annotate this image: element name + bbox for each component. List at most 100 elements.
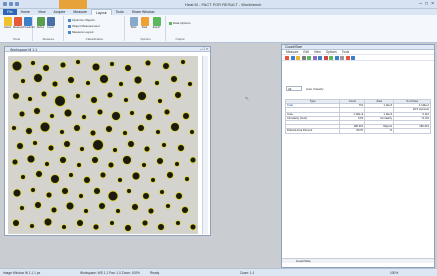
table-icon[interactable] — [318, 56, 322, 60]
image-window[interactable]: Workspace M 1.1 – □ × — [4, 46, 211, 236]
measure-button[interactable]: Measure — [13, 17, 23, 29]
classify-icon[interactable] — [312, 56, 317, 60]
export-icon[interactable] — [329, 56, 333, 60]
particle — [130, 111, 134, 115]
particle — [34, 74, 42, 82]
particle — [52, 81, 58, 87]
table-cell: 89.97 — [339, 128, 366, 134]
count-icon[interactable] — [285, 56, 289, 60]
info-icon[interactable] — [351, 56, 355, 60]
threshold-button[interactable]: Threshold — [23, 17, 35, 29]
particle — [68, 77, 74, 83]
panel-menu-options[interactable]: Options — [326, 50, 337, 54]
measure-dropdown[interactable]: All — [286, 86, 302, 91]
group-label: Options — [140, 37, 151, 41]
particle — [110, 62, 114, 66]
particle — [158, 99, 162, 103]
particle — [171, 76, 177, 82]
filter-icon[interactable] — [307, 56, 311, 60]
maximize-button[interactable]: □ — [425, 1, 428, 7]
particle — [74, 125, 80, 131]
select-icon[interactable] — [296, 56, 300, 60]
particle — [158, 224, 164, 230]
quick-access-toolbar[interactable] — [3, 2, 19, 6]
particle — [36, 171, 42, 177]
panel-menu-edit[interactable]: Edit — [303, 50, 309, 54]
particle — [41, 91, 47, 97]
particle — [60, 130, 64, 134]
particle — [48, 145, 54, 151]
delete-icon[interactable] — [323, 56, 328, 60]
particle — [108, 191, 118, 201]
particle — [13, 93, 19, 99]
particle — [64, 109, 72, 117]
particle — [45, 162, 49, 166]
status-left: Image Window W 1.1 1 px — [3, 270, 41, 275]
particle — [143, 193, 149, 199]
refine-icon — [36, 17, 45, 26]
chart-icon[interactable] — [334, 56, 339, 60]
image-window-controls[interactable]: – □ × — [200, 47, 208, 51]
image-window-titlebar[interactable]: Workspace M 1.1 – □ × — [5, 47, 210, 52]
object-measurement-button[interactable]: Object Measurement — [68, 24, 100, 28]
layout-icon — [68, 30, 71, 34]
stop-icon[interactable] — [345, 56, 350, 60]
auto-classify-label[interactable]: Auto Classify — [306, 87, 324, 91]
panel-menu-view[interactable]: View — [314, 50, 321, 54]
particle — [142, 220, 148, 226]
measure-icon[interactable] — [290, 56, 295, 60]
particle — [13, 189, 21, 197]
particle — [33, 141, 37, 145]
count-icon — [46, 17, 55, 26]
particle — [164, 109, 170, 115]
particle — [76, 94, 80, 98]
particle — [31, 61, 35, 65]
particle — [86, 81, 90, 85]
particle — [28, 97, 32, 101]
particle — [94, 188, 100, 194]
data-options-button[interactable]: Data Options — [169, 21, 191, 25]
particle — [97, 109, 103, 115]
undo-icon[interactable] — [9, 2, 13, 6]
select-icon — [3, 17, 12, 26]
data-button[interactable]: Data — [140, 17, 149, 29]
particle — [26, 128, 32, 134]
particle — [34, 108, 40, 114]
particle — [166, 204, 170, 208]
particle — [145, 60, 151, 66]
particle — [151, 178, 155, 182]
table-row[interactable]: Filtered Area Percent 89.97 % — [284, 128, 431, 134]
particle — [107, 92, 113, 98]
panel-bottom-tab[interactable]: Count/Size — [282, 258, 434, 263]
measure-layout-button[interactable]: Measure Layout — [68, 30, 94, 34]
hand-icon[interactable] — [301, 56, 306, 60]
particle — [138, 125, 144, 131]
settings-icon[interactable] — [340, 56, 344, 60]
particle — [21, 79, 25, 83]
table-button[interactable]: Table — [129, 17, 138, 29]
measure-row: All Auto Classify — [286, 86, 324, 91]
vertical-scrollbar[interactable] — [202, 56, 208, 234]
count-button[interactable]: Count — [46, 17, 55, 29]
panel-menu-measure[interactable]: Measure — [286, 50, 298, 54]
minimize-button[interactable]: – — [419, 1, 422, 7]
particle — [162, 143, 166, 147]
particle — [80, 147, 84, 151]
close-button[interactable]: × — [431, 1, 434, 7]
particle — [119, 82, 123, 86]
micrograph-image[interactable] — [8, 56, 198, 234]
table-cell — [393, 128, 431, 134]
group-label: Measure — [42, 37, 55, 41]
redo-icon[interactable] — [15, 2, 19, 6]
particle — [13, 220, 19, 226]
refine-button[interactable]: Refine — [36, 17, 45, 29]
measurement-icon — [68, 24, 71, 28]
select-button[interactable]: Select — [3, 17, 12, 29]
export-button[interactable]: Export — [152, 17, 161, 29]
panel-menu-tools[interactable]: Tools — [342, 50, 349, 54]
save-icon[interactable] — [3, 2, 7, 6]
particle — [100, 75, 108, 83]
data-icon — [140, 17, 149, 26]
status-zoom: Zoom: 1:1 — [240, 270, 255, 275]
optimize-objects-button[interactable]: Optimize Objects — [68, 18, 95, 22]
